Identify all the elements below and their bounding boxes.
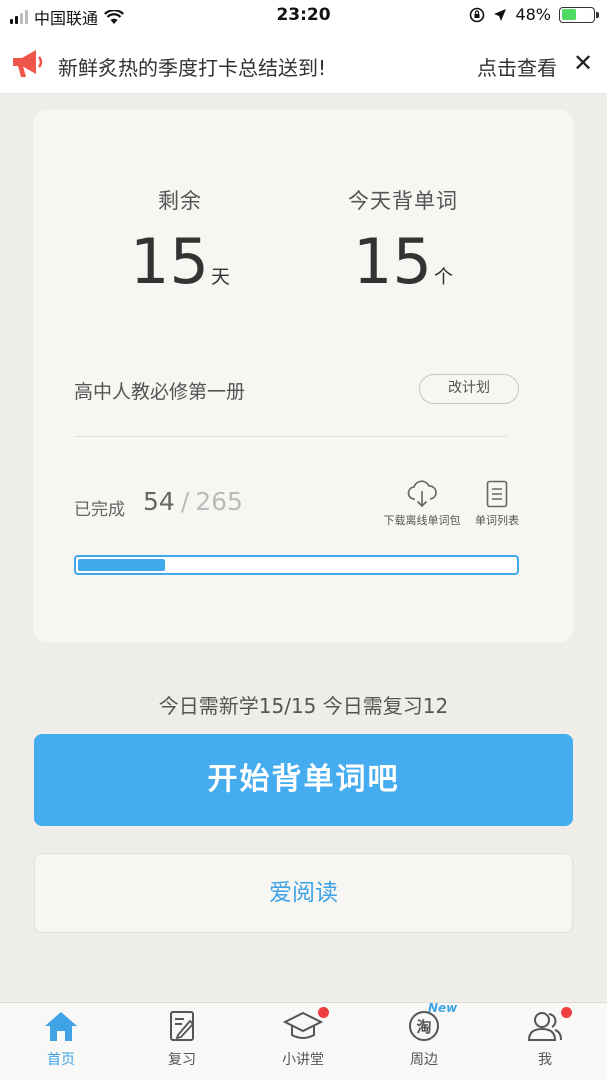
- today-words-value: 15: [353, 225, 432, 298]
- lecture-badge: [318, 1007, 329, 1018]
- status-right: 48%: [469, 5, 599, 24]
- today-words-label: 今天背单词: [348, 189, 458, 213]
- progress-bar: [74, 555, 519, 575]
- rotation-lock-icon: [470, 7, 485, 22]
- tab-nearby-label: 周边: [410, 1052, 438, 1068]
- word-list-label: 单词列表: [475, 514, 519, 527]
- profile-badge: [561, 1007, 572, 1018]
- today-summary: 今日需新学15/15 今日需复习12: [158, 694, 449, 718]
- view-link[interactable]: 点击查看: [477, 52, 557, 81]
- tab-review[interactable]: 复习: [142, 1009, 222, 1069]
- change-plan-button[interactable]: 改计划: [419, 374, 519, 404]
- profile-icon: [527, 1012, 562, 1041]
- word-list-button[interactable]: 单词列表: [470, 480, 524, 528]
- download-offline-button[interactable]: 下载离线单词包: [378, 480, 466, 528]
- tab-home-label: 首页: [47, 1052, 75, 1068]
- download-label: 下载离线单词包: [383, 514, 461, 527]
- svg-text:淘: 淘: [415, 1018, 431, 1036]
- lecture-icon: [283, 1011, 323, 1039]
- tab-profile-label: 我: [538, 1052, 552, 1068]
- battery-percent: 48%: [515, 5, 551, 24]
- location-icon: [494, 8, 507, 21]
- divider: [74, 436, 507, 437]
- close-icon[interactable]: ✕: [573, 50, 593, 76]
- battery-icon: [559, 6, 599, 23]
- today-words-unit: 个: [433, 266, 453, 288]
- review-icon: [170, 1011, 195, 1041]
- remaining-value-row: 15 天: [80, 231, 280, 293]
- tab-home[interactable]: 首页: [21, 1009, 101, 1069]
- count-separator: /: [180, 487, 190, 516]
- remaining-days-stat: 剩余 15 天: [80, 185, 280, 293]
- notice-banner[interactable]: 新鲜炙热的季度打卡总结送到! 点击查看 ✕: [0, 32, 607, 94]
- book-name: 高中人教必修第一册: [74, 381, 246, 403]
- progress-fill: [78, 559, 166, 571]
- tab-review-label: 复习: [168, 1052, 196, 1068]
- remaining-label: 剩余: [158, 189, 202, 213]
- tab-lecture-label: 小讲堂: [282, 1052, 324, 1068]
- today-words-value-row: 15 个: [303, 231, 503, 293]
- new-badge: New: [428, 1001, 458, 1015]
- tab-profile[interactable]: 我: [505, 1009, 585, 1069]
- status-bar: 中国联通 23:20 48%: [0, 0, 607, 32]
- total-count: 265: [195, 487, 243, 516]
- remaining-unit: 天: [210, 266, 230, 288]
- cloud-download-icon: [407, 480, 437, 508]
- completed-counter: 54/265: [143, 487, 243, 516]
- start-studying-button[interactable]: 开始背单词吧: [34, 734, 573, 826]
- plan-card: 剩余 15 天 今天背单词 15 个 高中人教必修第一册 改计划 已完成 54/26…: [33, 110, 574, 642]
- today-words-stat: 今天背单词 15 个: [303, 185, 503, 293]
- home-icon: [45, 1012, 77, 1041]
- notice-text: 新鲜炙热的季度打卡总结送到!: [58, 56, 327, 80]
- tab-nearby[interactable]: 淘 周边: [384, 1009, 464, 1069]
- completed-count: 54: [143, 487, 175, 516]
- remaining-value: 15: [130, 225, 209, 298]
- completed-label: 已完成: [74, 500, 125, 520]
- love-reading-button[interactable]: 爱阅读: [34, 853, 573, 933]
- list-icon: [486, 480, 508, 508]
- tab-bar: 首页 复习 小讲堂 淘 周边 New 我: [0, 1001, 607, 1080]
- megaphone-icon: [13, 50, 43, 77]
- tab-lecture[interactable]: 小讲堂: [263, 1009, 343, 1069]
